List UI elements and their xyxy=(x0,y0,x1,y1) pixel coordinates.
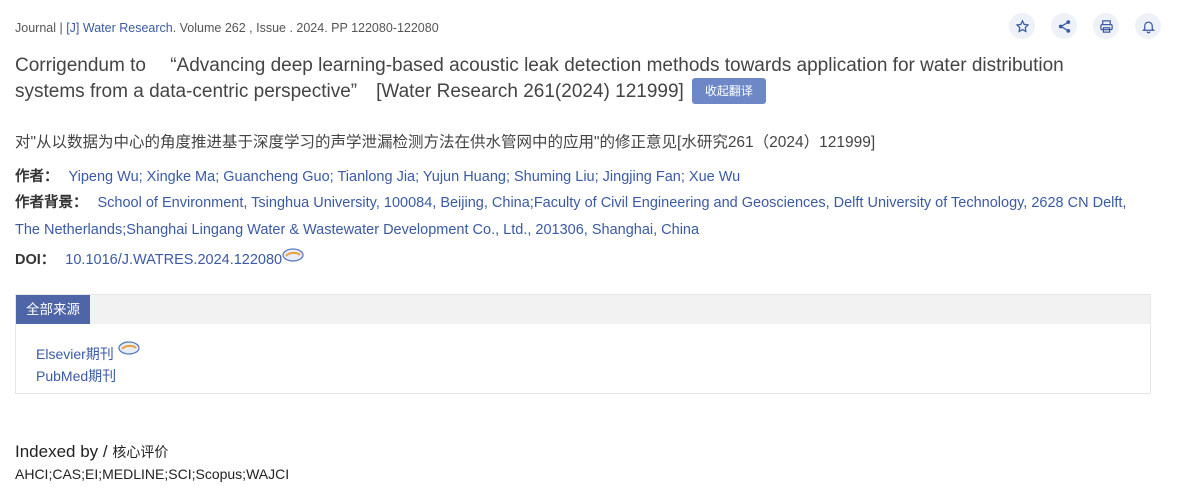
affiliation-row: 作者背景： School of Environment, Tsinghua Uni… xyxy=(15,190,1155,244)
affiliation-text[interactable]: School of Environment, Tsinghua Universi… xyxy=(15,195,1126,238)
collapse-translation-button[interactable]: 收起翻译 xyxy=(691,78,766,104)
authors-label: 作者： xyxy=(15,169,59,185)
indexed-by-label: Indexed by / 核心评价 xyxy=(15,442,168,462)
article-title-text: Corrigendum to “Advancing deep learning-… xyxy=(15,55,1064,102)
print-button[interactable] xyxy=(1093,13,1119,39)
indexed-list: AHCI;CAS;EI;MEDLINE;SCI;Scopus;WAJCI xyxy=(15,466,290,482)
doi-link[interactable]: 10.1016/J.WATRES.2024.122080 xyxy=(65,252,282,268)
meta-prefix: Journal | xyxy=(15,21,67,35)
action-toolbar xyxy=(1009,13,1161,39)
external-link-icon[interactable] xyxy=(282,248,304,262)
share-button[interactable] xyxy=(1051,13,1077,39)
share-icon xyxy=(1058,19,1070,33)
authors-list[interactable]: Yipeng Wu; Xingke Ma; Guancheng Guo; Tia… xyxy=(69,169,741,185)
source-elsevier[interactable]: Elsevier期刊 xyxy=(36,341,140,364)
source-elsevier-label[interactable]: Elsevier期刊 xyxy=(36,346,114,362)
sources-panel: 全部来源 Elsevier期刊 PubMed期刊 xyxy=(15,294,1151,394)
authors-row: 作者： Yipeng Wu; Xingke Ma; Guancheng Guo; … xyxy=(15,164,740,191)
favorite-button[interactable] xyxy=(1009,13,1035,39)
star-icon xyxy=(1015,18,1029,33)
doi-label: DOI： xyxy=(15,252,56,268)
affiliation-label: 作者背景： xyxy=(15,195,88,211)
indexed-by-text: Indexed by / xyxy=(15,442,113,461)
article-title: Corrigendum to “Advancing deep learning-… xyxy=(15,53,1135,104)
translated-title: 对"从以数据为中心的角度推进基于深度学习的声学泄漏检测方法在供水管网中的应用"的… xyxy=(15,134,876,151)
meta-details: . Volume 262 , Issue . 2024. PP 122080-1… xyxy=(172,21,439,35)
external-link-icon[interactable] xyxy=(118,341,140,355)
indexed-by-cn: 核心评价 xyxy=(112,444,169,460)
subscribe-button[interactable] xyxy=(1135,13,1161,39)
tab-all-sources[interactable]: 全部来源 xyxy=(16,295,90,324)
doi-row: DOI： 10.1016/J.WATRES.2024.122080 xyxy=(15,247,304,274)
print-icon xyxy=(1099,19,1113,33)
journal-meta: Journal | [J] Water Research. Volume 262… xyxy=(15,21,439,35)
source-pubmed[interactable]: PubMed期刊 xyxy=(36,366,116,386)
sources-header: 全部来源 xyxy=(16,295,1150,324)
journal-link[interactable]: [J] Water Research xyxy=(66,21,173,35)
bell-icon xyxy=(1141,21,1155,33)
